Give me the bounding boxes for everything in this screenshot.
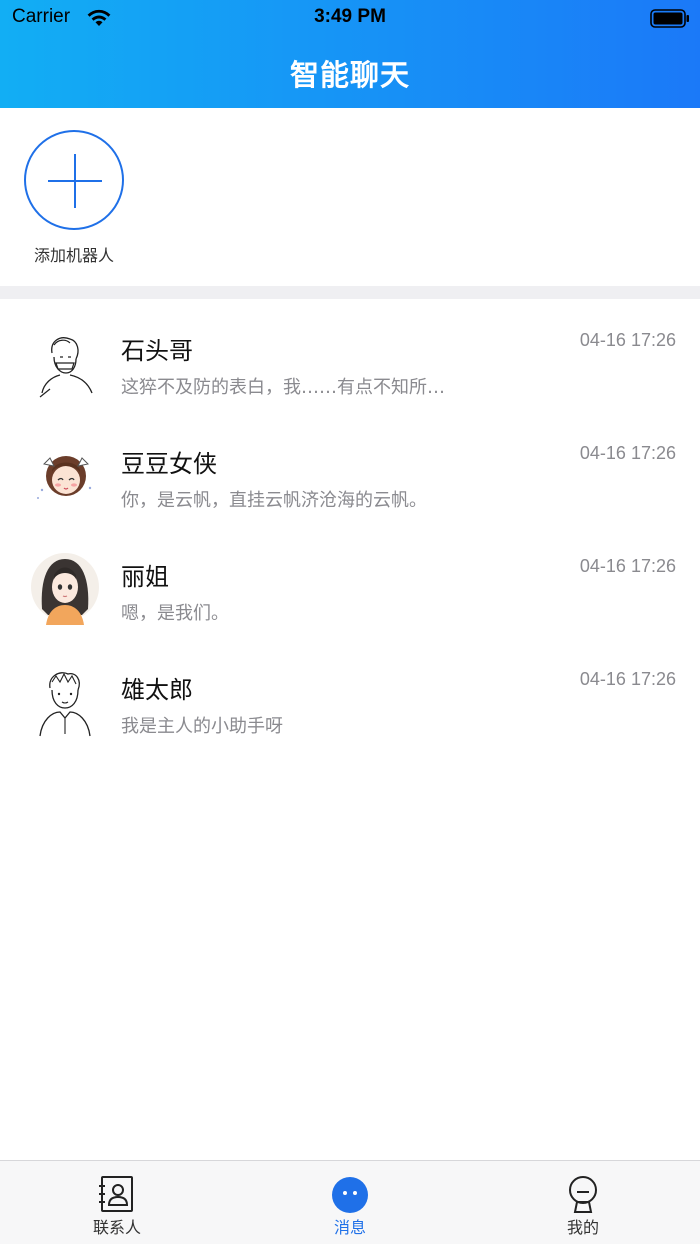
chat-preview: 你，是云帆，直挂云帆济沧海的云帆。 — [121, 490, 427, 511]
chat-time: 04-16 17:26 — [579, 556, 676, 576]
chat-name: 丽姐 — [121, 563, 169, 591]
status-time: 3:49 PM — [314, 6, 386, 27]
chat-list: 石头哥 这猝不及防的表白，我……有点不知所… 04-16 17:26 豆豆女侠 … — [0, 299, 700, 751]
chat-row[interactable]: 丽姐 嗯，是我们。 04-16 17:26 — [0, 525, 700, 638]
chat-time: 04-16 17:26 — [579, 669, 676, 689]
add-robot-label: 添加机器人 — [33, 246, 114, 265]
robot-section: 添加机器人 — [0, 108, 700, 286]
cartoon-girl-avatar — [30, 436, 100, 512]
sketch-boy-avatar — [30, 323, 100, 399]
chat-name: 豆豆女侠 — [121, 450, 217, 478]
chat-preview: 这猝不及防的表白，我……有点不知所… — [121, 377, 445, 398]
add-robot-button[interactable]: 添加机器人 — [20, 130, 128, 266]
tab-mine-label: 我的 — [566, 1218, 599, 1237]
tab-contacts-label: 联系人 — [92, 1218, 141, 1237]
header: Carrier 3:49 PM 智能聊天 — [0, 0, 700, 108]
chat-name: 石头哥 — [121, 337, 193, 365]
tab-messages[interactable]: 消息 — [280, 1161, 420, 1244]
messages-icon — [332, 1177, 368, 1213]
sketch-man-avatar — [30, 662, 100, 738]
chat-preview: 嗯，是我们。 — [121, 603, 229, 624]
plus-icon[interactable] — [24, 130, 124, 230]
page-title: 智能聊天 — [289, 58, 410, 92]
chat-row[interactable]: 石头哥 这猝不及防的表白，我……有点不知所… 04-16 17:26 — [0, 299, 700, 412]
status-bar: Carrier 3:49 PM — [0, 0, 700, 36]
profile-icon — [569, 1176, 597, 1213]
chat-row[interactable]: 雄太郎 我是主人的小助手呀 04-16 17:26 — [0, 638, 700, 751]
tab-mine[interactable]: 我的 — [513, 1161, 653, 1244]
tab-contacts[interactable]: 联系人 — [47, 1161, 187, 1244]
tab-messages-label: 消息 — [333, 1218, 366, 1237]
chat-preview: 我是主人的小助手呀 — [121, 716, 283, 737]
tab-bar: 联系人 消息 我的 — [0, 1160, 700, 1244]
section-divider — [0, 286, 700, 299]
illustrated-woman-avatar — [30, 549, 100, 625]
chat-row[interactable]: 豆豆女侠 你，是云帆，直挂云帆济沧海的云帆。 04-16 17:26 — [0, 412, 700, 525]
chat-name: 雄太郎 — [121, 676, 193, 704]
battery-icon — [650, 9, 689, 28]
chat-time: 04-16 17:26 — [579, 330, 676, 350]
contacts-icon — [99, 1176, 133, 1212]
chat-time: 04-16 17:26 — [579, 443, 676, 463]
